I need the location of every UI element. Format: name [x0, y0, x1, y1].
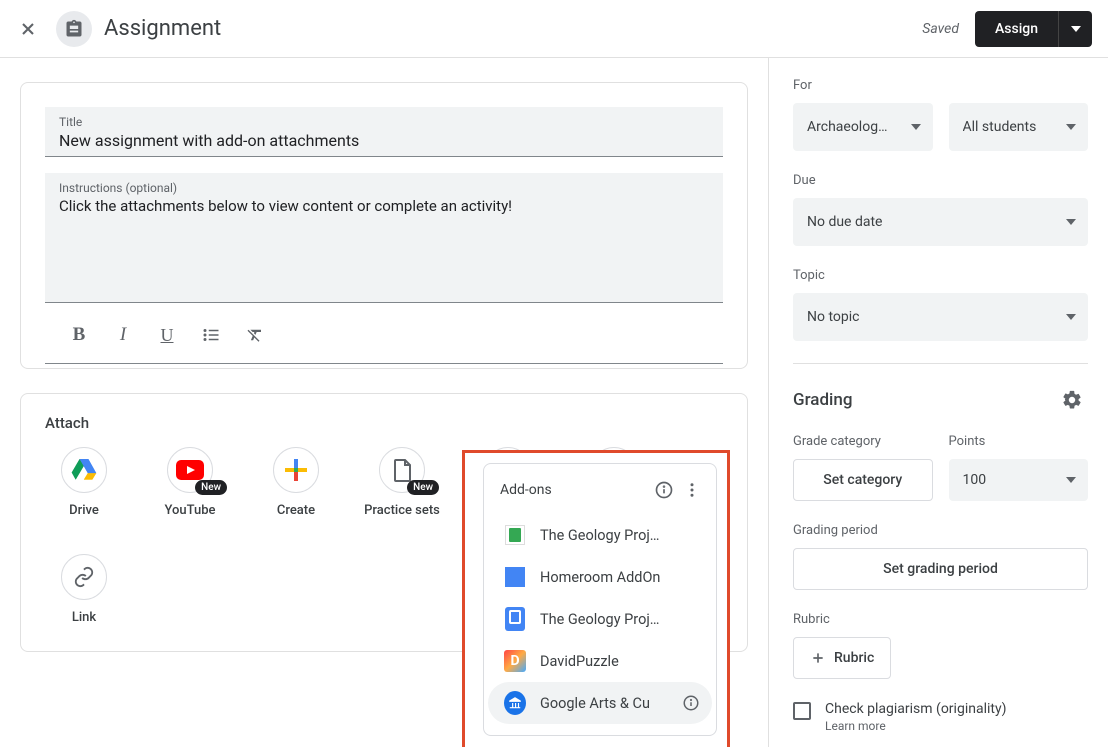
addon-icon [504, 566, 526, 588]
attach-label: Drive [69, 503, 99, 520]
caret-down-icon [1066, 219, 1076, 225]
attach-link[interactable]: Link [45, 554, 123, 627]
bold-button[interactable]: B [69, 325, 89, 345]
new-badge: New [195, 480, 227, 495]
attach-youtube[interactable]: New YouTube [151, 447, 229, 520]
info-icon [654, 480, 674, 500]
caret-down-icon [1066, 314, 1076, 320]
plagiarism-label: Check plagiarism (originality) [825, 701, 1006, 717]
attach-drive[interactable]: Drive [45, 447, 123, 520]
addon-item[interactable]: The Geology Proj… [488, 598, 712, 640]
drive-icon [61, 447, 107, 493]
set-category-button[interactable]: Set category [793, 459, 933, 501]
points-select[interactable]: 100 [949, 459, 1089, 501]
list-icon [202, 326, 220, 344]
rubric-label: Rubric [793, 612, 1088, 627]
new-badge: New [407, 480, 439, 495]
addon-item[interactable]: The Geology Proj… [488, 514, 712, 556]
instructions-field[interactable]: Instructions (optional) Click the attach… [45, 173, 723, 303]
instructions-input[interactable]: Click the attachments below to view cont… [59, 197, 709, 215]
link-icon [61, 554, 107, 600]
title-input[interactable]: New assignment with add-on attachments [59, 131, 709, 150]
clear-format-icon [246, 326, 264, 344]
attach-label: Create [277, 503, 315, 520]
addon-icon [504, 524, 526, 546]
addon-icon [504, 608, 526, 630]
addon-name: DavidPuzzle [540, 653, 700, 670]
attach-plus[interactable]: Create [257, 447, 335, 520]
addon-name: The Geology Proj… [540, 611, 700, 628]
set-grading-period-button[interactable]: Set grading period [793, 548, 1088, 590]
students-select[interactable]: All students [949, 103, 1089, 151]
due-date-select[interactable]: No due date [793, 198, 1088, 246]
bullet-list-button[interactable] [201, 325, 221, 345]
addons-more-button[interactable] [678, 476, 706, 504]
plus-icon [273, 447, 319, 493]
due-label: Due [793, 173, 1088, 188]
grading-period-label: Grading period [793, 523, 1088, 538]
topic-label: Topic [793, 268, 1088, 283]
caret-down-icon [911, 124, 921, 130]
addon-item[interactable]: Homeroom AddOn [488, 556, 712, 598]
header: Assignment Saved Assign [0, 0, 1108, 58]
addon-icon: D [504, 650, 526, 672]
plagiarism-checkbox[interactable] [793, 702, 811, 720]
clear-formatting-button[interactable] [245, 325, 265, 345]
plus-icon [810, 650, 826, 666]
add-rubric-button[interactable]: Rubric [793, 637, 891, 679]
points-label: Points [949, 434, 1089, 449]
underline-button[interactable]: U [157, 325, 177, 345]
addons-list[interactable]: The Geology Proj… Homeroom AddOn The Geo… [484, 514, 716, 735]
grading-settings-button[interactable] [1056, 384, 1088, 416]
page-title: Assignment [104, 16, 221, 41]
info-icon [682, 694, 700, 712]
addon-item[interactable]: Google Arts & Cu [488, 682, 712, 724]
assign-dropdown-button[interactable] [1058, 11, 1092, 47]
caret-down-icon [1066, 477, 1076, 483]
learn-more-link[interactable]: Learn more [825, 719, 1006, 733]
assign-button[interactable]: Assign [975, 11, 1058, 47]
instructions-label: Instructions (optional) [59, 181, 709, 195]
attach-label: Link [72, 610, 96, 627]
caret-down-icon [1066, 124, 1076, 130]
title-label: Title [59, 115, 709, 129]
addon-name: Homeroom AddOn [540, 569, 700, 586]
grade-category-label: Grade category [793, 434, 933, 449]
attach-doc[interactable]: New Practice sets [363, 447, 441, 520]
attach-label: YouTube [164, 503, 215, 520]
for-label: For [793, 78, 1088, 93]
close-button[interactable] [16, 17, 40, 41]
title-field[interactable]: Title New assignment with add-on attachm… [45, 107, 723, 157]
format-toolbar: B I U [45, 311, 723, 364]
assignment-card: Title New assignment with add-on attachm… [20, 82, 748, 369]
close-icon [18, 19, 38, 39]
addon-name: The Geology Proj… [540, 527, 700, 544]
assignment-icon [56, 11, 92, 47]
addon-item[interactable]: D DavidPuzzle [488, 640, 712, 682]
addons-heading: Add-ons [500, 482, 650, 498]
main-column: Title New assignment with add-on attachm… [0, 58, 768, 747]
sidebar: For Archaeology … All students Due No du… [768, 58, 1108, 747]
topic-select[interactable]: No topic [793, 293, 1088, 341]
gear-icon [1061, 389, 1083, 411]
addon-icon [504, 692, 526, 714]
class-select[interactable]: Archaeology … [793, 103, 933, 151]
addons-highlight-panel: Add-ons The Geology Proj… Homeroom AddOn… [462, 450, 730, 747]
more-vert-icon [683, 481, 701, 499]
addons-card: Add-ons The Geology Proj… Homeroom AddOn… [483, 463, 717, 736]
addon-name: Google Arts & Cu [540, 695, 668, 712]
attach-heading: Attach [21, 394, 747, 447]
italic-button[interactable]: I [113, 325, 133, 345]
attach-label: Practice sets [364, 503, 440, 520]
addons-info-button[interactable] [650, 476, 678, 504]
grading-heading: Grading [793, 392, 852, 409]
saved-status: Saved [922, 21, 959, 37]
caret-down-icon [1071, 26, 1081, 32]
